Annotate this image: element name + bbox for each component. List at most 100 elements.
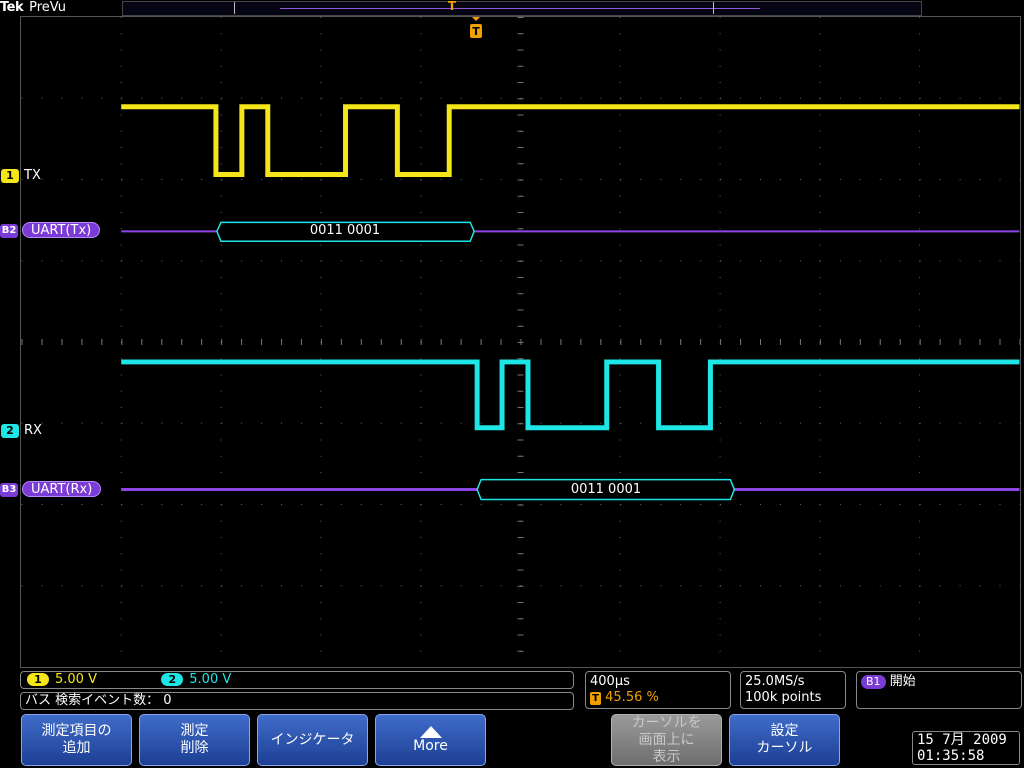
acquisition-readout[interactable]: 25.0MS/s 100k points: [740, 671, 846, 709]
grid-dot: [640, 97, 642, 99]
center-tick: [518, 667, 524, 668]
grid-dot: [420, 504, 422, 505]
grid-dot: [220, 244, 222, 246]
grid-dot: [220, 455, 222, 457]
grid-dot: [101, 585, 103, 587]
grid-dot: [919, 472, 921, 473]
grid-dot: [819, 504, 821, 505]
grid-dot: [500, 504, 502, 505]
grid-dot: [839, 504, 841, 505]
grid-dot: [819, 277, 821, 278]
grid-dot: [619, 390, 621, 392]
grid-dot: [320, 504, 322, 505]
grid-dot: [400, 504, 402, 505]
timebase-readout[interactable]: 400µs T 45.56 %: [585, 671, 731, 709]
grid-dot: [959, 97, 961, 99]
grid-dot: [420, 179, 422, 180]
grid-dot: [280, 260, 282, 262]
center-tick: [261, 339, 263, 345]
center-tick: [517, 634, 524, 636]
grid-dot: [819, 585, 821, 587]
grid-dot: [220, 439, 222, 441]
more-button[interactable]: More: [375, 714, 486, 766]
grid-dot: [61, 97, 63, 99]
bus-b2-marker[interactable]: B2: [0, 224, 18, 238]
grid-dot: [300, 504, 302, 505]
grid-dot: [619, 293, 621, 295]
center-tick: [517, 602, 524, 603]
grid-dot: [740, 260, 742, 262]
grid-dot: [819, 358, 821, 360]
bus-b3-marker[interactable]: B3: [0, 483, 18, 497]
grid-dot: [440, 504, 442, 505]
grid-dot: [201, 97, 203, 99]
grid-dot: [21, 422, 23, 424]
grid-dot: [120, 17, 122, 18]
grid-dot: [919, 97, 921, 99]
grid-dot: [600, 422, 602, 424]
bus-trigger-chip: B1: [861, 675, 886, 689]
channel-scale-bar: 1 5.00 V 2 5.00 V: [20, 671, 574, 689]
grid-dot: [819, 309, 821, 311]
grid-dot: [220, 537, 222, 538]
grid-dot: [919, 602, 921, 603]
grid-dot: [819, 602, 821, 603]
grid-dot: [400, 179, 402, 180]
grid-dot: [480, 260, 482, 262]
grid-dot: [740, 504, 742, 505]
grid-dot: [340, 179, 342, 180]
grid-dot: [141, 260, 143, 262]
grid-dot: [819, 33, 821, 35]
grid-dot: [719, 309, 721, 311]
grid-dot: [600, 97, 602, 99]
grid-dot: [120, 244, 122, 246]
grid-dot: [120, 49, 122, 51]
grid-dot: [220, 618, 222, 620]
grid-dot: [61, 585, 63, 587]
setup-cursors-button[interactable]: 設定 カーソル: [729, 714, 840, 766]
grid-dot: [120, 537, 122, 538]
grid-dot: [760, 260, 761, 262]
grid-dot: [420, 569, 422, 571]
center-tick: [640, 339, 642, 345]
grid-dot: [760, 504, 761, 505]
grid-dot: [120, 33, 122, 35]
grid-dot: [201, 585, 203, 587]
grid-dot: [720, 585, 722, 587]
center-tick: [899, 339, 901, 345]
ch2-marker[interactable]: 2: [1, 424, 19, 438]
grid-dot: [21, 504, 23, 505]
grid-dot: [500, 97, 502, 99]
grid-dot: [161, 504, 163, 505]
grid-dot: [700, 422, 702, 424]
grid-dot: [580, 504, 582, 505]
grid-dot: [819, 163, 821, 165]
center-tick: [859, 339, 861, 345]
center-tick: [517, 49, 524, 51]
add-measurement-button[interactable]: 測定項目の 追加: [21, 714, 132, 766]
grid-dot: [420, 520, 422, 522]
bus-trigger-readout[interactable]: B1 開始: [856, 671, 1022, 709]
grid-dot: [919, 17, 921, 18]
grid-dot: [120, 277, 122, 278]
grid-dot: [939, 504, 941, 505]
grid-dot: [340, 585, 342, 587]
grid-dot: [181, 504, 183, 505]
center-tick: [517, 114, 524, 116]
center-tick: [680, 339, 682, 345]
center-tick: [201, 339, 203, 345]
trigger-position-value: 45.56 %: [605, 690, 659, 705]
grid-dot: [700, 504, 702, 505]
remove-measurement-button[interactable]: 測定 削除: [139, 714, 250, 766]
indicator-button[interactable]: インジケータ: [257, 714, 368, 766]
grid-dot: [81, 260, 83, 262]
center-tick: [517, 309, 524, 311]
grid-dot: [819, 422, 821, 424]
grid-dot: [81, 422, 83, 424]
grid-dot: [799, 179, 801, 180]
grid-dot: [620, 422, 622, 424]
grid-dot: [859, 422, 861, 424]
center-tick: [181, 339, 183, 345]
ch1-marker[interactable]: 1: [1, 169, 19, 183]
show-cursors-button[interactable]: カーソルを 画面上に 表示: [611, 714, 722, 766]
